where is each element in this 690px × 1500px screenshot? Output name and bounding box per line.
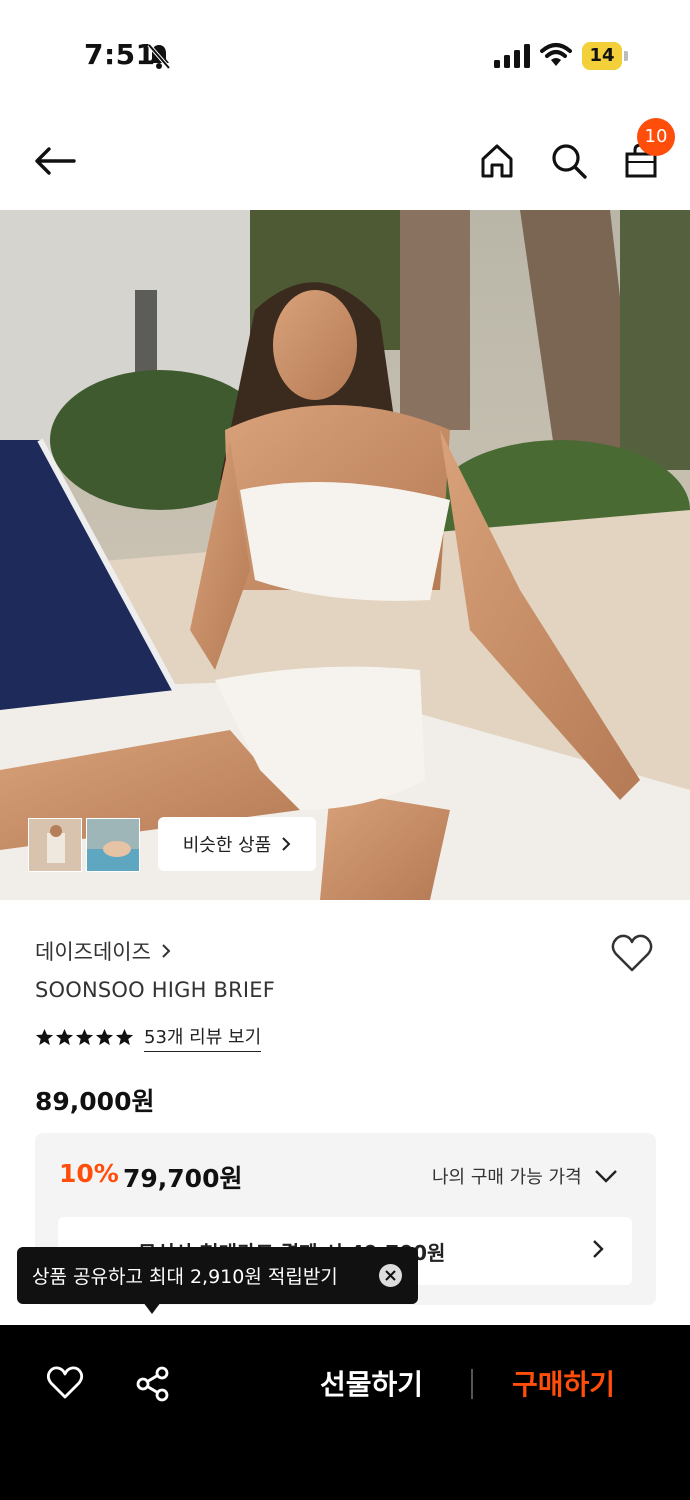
star-icon	[115, 1028, 134, 1046]
back-button[interactable]	[30, 136, 80, 186]
thumbnail-image	[29, 819, 81, 871]
star-icon	[55, 1028, 74, 1046]
product-name: SOONSOO HIGH BRIEF	[35, 978, 276, 1002]
top-nav-bar	[0, 110, 690, 210]
brand-name: 데이즈데이즈	[35, 940, 151, 964]
reviews-link[interactable]: 53개 리뷰 보기	[144, 1023, 262, 1052]
star-icon	[35, 1028, 54, 1046]
rating-row: 53개 리뷰 보기	[35, 1023, 262, 1052]
search-icon	[552, 144, 587, 179]
home-icon	[481, 144, 513, 178]
my-price-toggle[interactable]: 나의 구매 가능 가격	[432, 1163, 618, 1189]
buy-button[interactable]: 구매하기	[512, 1363, 615, 1403]
product-photo	[0, 210, 690, 900]
product-main-image[interactable]	[0, 210, 690, 900]
discount-price: 79,700원	[123, 1164, 243, 1193]
share-reward-tooltip: 상품 공유하고 최대 2,910원 적립받기	[17, 1247, 418, 1304]
chevron-down-icon	[594, 1170, 617, 1183]
home-button[interactable]	[472, 136, 522, 186]
gallery-thumbnail[interactable]	[28, 818, 82, 872]
wifi-icon	[540, 43, 572, 66]
gift-button[interactable]: 선물하기	[320, 1363, 423, 1403]
battery-indicator: 14	[582, 42, 628, 70]
search-button[interactable]	[544, 136, 594, 186]
battery-tip	[624, 51, 628, 61]
star-icon	[95, 1028, 114, 1046]
brand-link[interactable]: 데이즈데이즈	[35, 936, 171, 966]
status-bar: 7:51 14	[0, 0, 690, 110]
heart-icon	[46, 1366, 84, 1399]
my-price-label: 나의 구매 가능 가격	[432, 1167, 582, 1188]
bottom-action-bar: 선물하기 구매하기	[0, 1325, 690, 1500]
battery-level: 14	[582, 42, 622, 70]
product-price: 89,000원	[35, 1087, 155, 1116]
divider	[471, 1369, 473, 1399]
chevron-right-icon	[162, 944, 171, 958]
arrow-left-icon	[35, 147, 76, 175]
share-button[interactable]	[134, 1365, 172, 1403]
similar-products-label: 비슷한 상품	[182, 835, 272, 856]
tooltip-text: 상품 공유하고 최대 2,910원 적립받기	[32, 1266, 338, 1288]
chevron-right-icon	[282, 837, 291, 851]
bottom-wishlist-button[interactable]	[46, 1365, 84, 1401]
cart-count-badge: 10	[637, 118, 675, 156]
signal-icon	[494, 44, 530, 68]
tooltip-close-button[interactable]	[379, 1264, 402, 1287]
gallery-thumbnail[interactable]	[86, 818, 140, 872]
discount-rate: 10%	[59, 1159, 119, 1188]
similar-products-button[interactable]: 비슷한 상품	[158, 817, 316, 871]
thumbnail-image	[87, 819, 139, 871]
close-icon	[385, 1270, 396, 1281]
tooltip-pointer	[143, 1302, 161, 1314]
status-time: 7:51	[84, 38, 156, 71]
bell-off-icon	[147, 43, 171, 70]
wishlist-button[interactable]	[610, 932, 654, 976]
star-rating	[35, 1028, 134, 1047]
chevron-right-icon	[593, 1240, 604, 1258]
heart-icon	[611, 934, 653, 972]
share-icon	[136, 1366, 169, 1402]
star-icon	[75, 1028, 94, 1046]
